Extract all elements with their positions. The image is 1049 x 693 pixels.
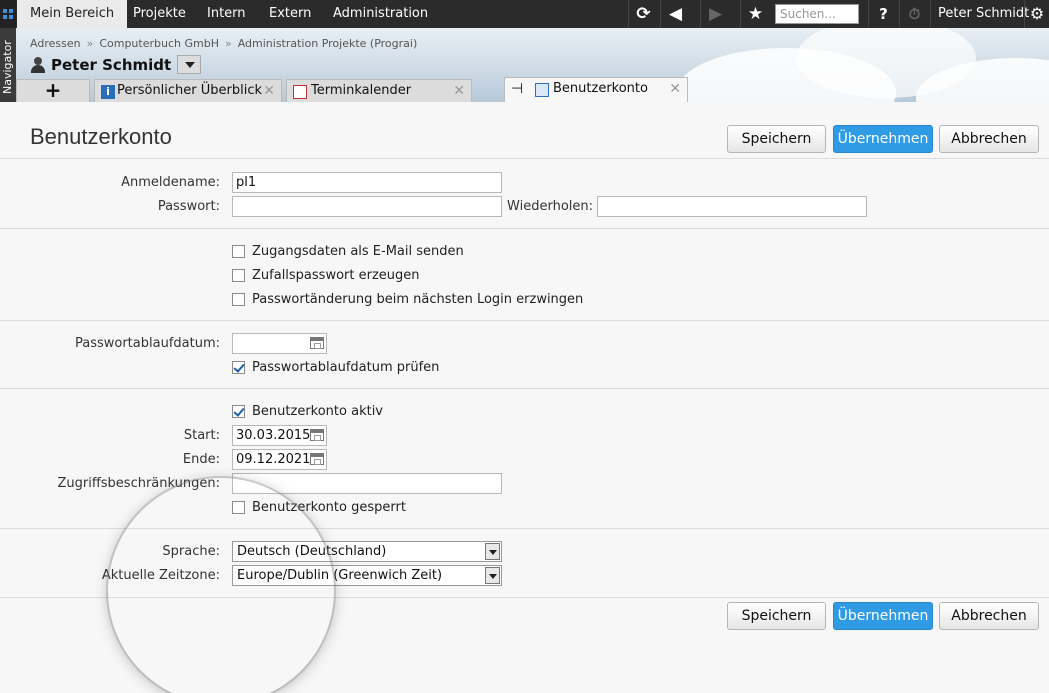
timezone-label: Aktuelle Zeitzone:	[101, 568, 220, 583]
tab-persoenlicher-ueberblick[interactable]: i Persönlicher Überblick ✕	[94, 79, 282, 102]
apps-icon[interactable]	[0, 0, 16, 28]
language-select[interactable]: Deutsch (Deutschland)	[232, 541, 502, 562]
options-section: Zugangsdaten als E-Mail senden Zufallspa…	[0, 228, 1049, 320]
tab-label: Benutzerkonto	[553, 81, 648, 96]
info-icon: i	[101, 85, 115, 99]
force-change-label: Passwortänderung beim nächsten Login erz…	[252, 292, 584, 307]
person-menu-button[interactable]	[177, 55, 202, 74]
start-date-input[interactable]: 30.03.2015	[232, 425, 327, 446]
send-email-option[interactable]: Zugangsdaten als E-Mail senden	[232, 244, 464, 259]
timezone-select[interactable]: Europe/Dublin (Greenwich Zeit)	[232, 565, 502, 586]
login-input[interactable]: pl1	[232, 172, 502, 193]
repeat-label: Wiederholen:	[507, 199, 593, 214]
timer-icon[interactable]: ⏱	[899, 0, 929, 28]
password-input[interactable]	[232, 196, 502, 217]
chevron-down-icon[interactable]	[485, 567, 500, 584]
force-change-option[interactable]: Passwortänderung beim nächsten Login erz…	[232, 292, 583, 307]
pin-icon[interactable]: ⊣	[511, 78, 523, 100]
account-active-option[interactable]: Benutzerkonto aktiv	[232, 404, 383, 419]
calendar-icon[interactable]	[310, 337, 324, 349]
add-tab-button[interactable]: +	[16, 79, 90, 102]
star-icon[interactable]: ★	[740, 0, 770, 28]
refresh-icon[interactable]: ⟳	[628, 0, 658, 28]
random-password-label: Zufallspasswort erzeugen	[252, 268, 420, 283]
search-input[interactable]: Suchen...	[775, 4, 859, 24]
person-title: Peter Schmidt	[30, 55, 202, 74]
check-expiry-checkbox[interactable]	[232, 361, 245, 374]
account-icon	[535, 83, 549, 97]
expiry-section: Passwortablaufdatum: Passwortablaufdatum…	[0, 320, 1049, 388]
tab-terminkalender[interactable]: Terminkalender ✕	[286, 79, 472, 102]
page-title: Benutzerkonto	[30, 124, 172, 149]
send-email-checkbox[interactable]	[232, 245, 245, 258]
save-button-bottom[interactable]: Speichern	[727, 602, 826, 630]
access-restrictions-label: Zugriffsbeschränkungen:	[57, 476, 220, 491]
person-icon	[30, 56, 46, 73]
locale-section: Sprache: Deutsch (Deutschland) Aktuelle …	[0, 528, 1049, 598]
breadcrumb-item[interactable]: Adressen	[30, 37, 81, 50]
tab-label: Terminkalender	[311, 83, 412, 98]
nav-tab-extern[interactable]: Extern	[256, 0, 324, 28]
start-label: Start:	[183, 428, 220, 443]
expiry-date-input[interactable]	[232, 333, 327, 354]
gear-icon[interactable]: ⚙	[1024, 0, 1049, 28]
person-name: Peter Schmidt	[51, 55, 172, 74]
language-label: Sprache:	[162, 544, 220, 559]
password-label: Passwort:	[157, 199, 220, 214]
close-icon[interactable]: ✕	[453, 80, 465, 102]
check-expiry-label: Passwortablaufdatum prüfen	[252, 360, 440, 375]
help-icon[interactable]: ?	[868, 0, 898, 28]
forward-icon[interactable]: ▶	[700, 0, 730, 28]
login-label: Anmeldename:	[121, 175, 220, 190]
cancel-button[interactable]: Abbrechen	[939, 125, 1039, 153]
nav-tab-projekte[interactable]: Projekte	[120, 0, 199, 28]
force-change-checkbox[interactable]	[232, 293, 245, 306]
top-navigation-bar: Mein Bereich Projekte Intern Extern Admi…	[0, 0, 1049, 28]
calendar-icon	[293, 85, 307, 99]
random-password-checkbox[interactable]	[232, 269, 245, 282]
random-password-option[interactable]: Zufallspasswort erzeugen	[232, 268, 420, 283]
tab-label: Persönlicher Überblick	[117, 83, 263, 98]
account-locked-checkbox[interactable]	[232, 501, 245, 514]
navigator-label: Navigator	[1, 40, 14, 94]
nav-tab-administration[interactable]: Administration	[320, 0, 441, 28]
back-icon[interactable]: ◀	[660, 0, 690, 28]
close-icon[interactable]: ✕	[669, 78, 681, 100]
access-restrictions-input[interactable]	[232, 473, 502, 494]
expiry-label: Passwortablaufdatum:	[74, 336, 220, 351]
send-email-label: Zugangsdaten als E-Mail senden	[252, 244, 464, 259]
nav-tab-intern[interactable]: Intern	[194, 0, 259, 28]
nav-tab-mein-bereich[interactable]: Mein Bereich	[17, 0, 128, 28]
check-expiry-option[interactable]: Passwortablaufdatum prüfen	[232, 360, 439, 375]
account-locked-label: Benutzerkonto gesperrt	[252, 500, 406, 515]
cancel-button-bottom[interactable]: Abbrechen	[939, 602, 1039, 630]
credentials-section: Anmeldename: pl1 Passwort: Wiederholen:	[0, 158, 1049, 228]
save-button[interactable]: Speichern	[727, 125, 826, 153]
calendar-icon[interactable]	[310, 429, 324, 441]
apply-button-bottom[interactable]: Übernehmen	[833, 602, 933, 630]
account-active-checkbox[interactable]	[232, 405, 245, 418]
tab-benutzerkonto[interactable]: ⊣ Benutzerkonto ✕	[504, 77, 688, 102]
breadcrumb-item[interactable]: Computerbuch GmbH	[99, 37, 219, 50]
main-content: Benutzerkonto Speichern Übernehmen Abbre…	[0, 102, 1049, 693]
close-icon[interactable]: ✕	[263, 80, 275, 102]
chevron-down-icon[interactable]	[485, 543, 500, 560]
account-section: Benutzerkonto aktiv Start: 30.03.2015 En…	[0, 388, 1049, 528]
end-date-input[interactable]: 09.12.2021	[232, 449, 327, 470]
user-name[interactable]: Peter Schmidt	[930, 0, 1029, 28]
apply-button[interactable]: Übernehmen	[833, 125, 933, 153]
end-label: Ende:	[182, 452, 220, 467]
breadcrumb-item[interactable]: Administration Projekte (Prograi)	[238, 37, 418, 50]
repeat-password-input[interactable]	[597, 196, 867, 217]
calendar-icon[interactable]	[310, 453, 324, 465]
account-locked-option[interactable]: Benutzerkonto gesperrt	[232, 500, 406, 515]
navigator-toggle[interactable]: Navigator	[0, 28, 16, 102]
account-active-label: Benutzerkonto aktiv	[252, 404, 383, 419]
breadcrumb: Adressen» Computerbuch GmbH» Administratio…	[30, 37, 418, 50]
